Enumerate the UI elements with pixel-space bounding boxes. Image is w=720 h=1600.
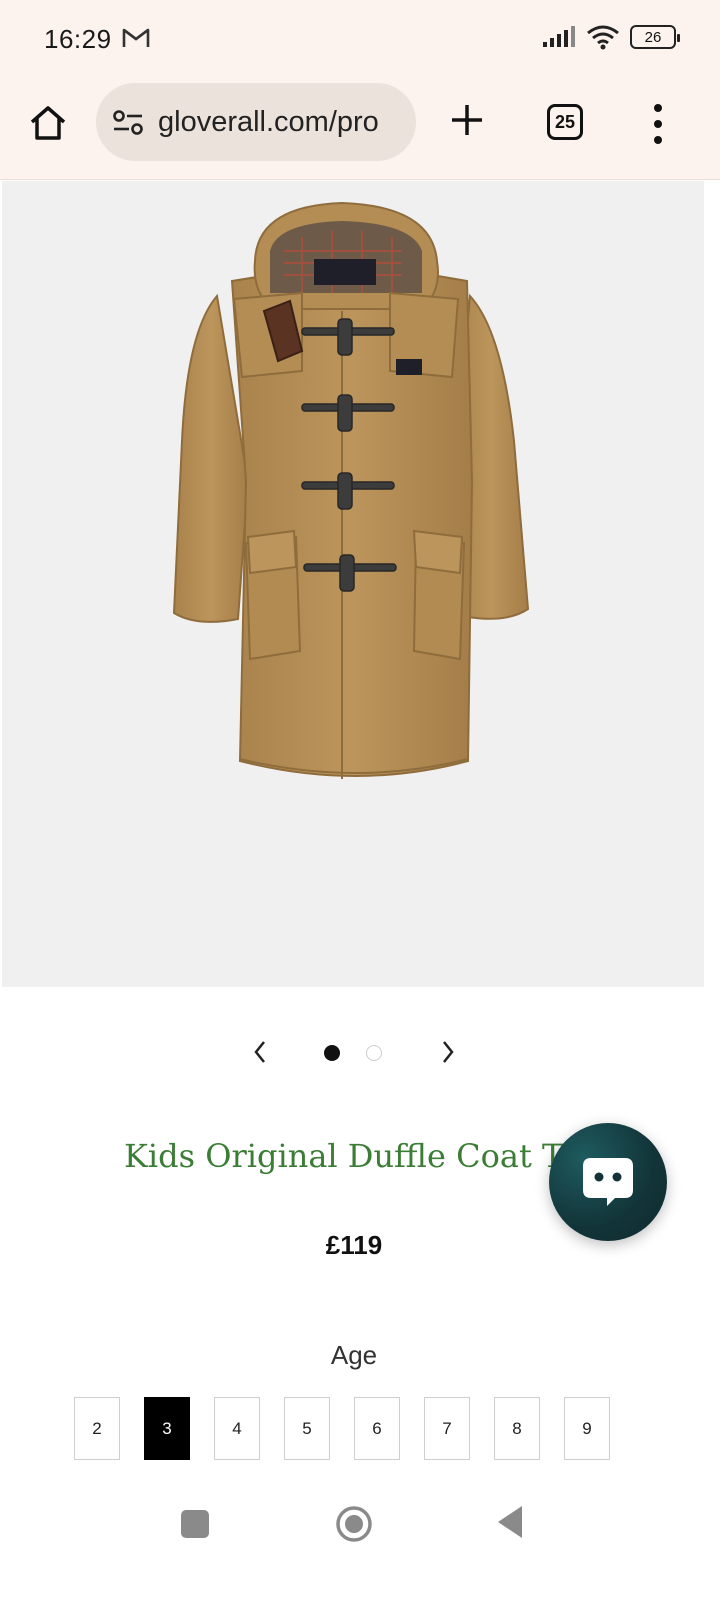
system-nav-bar xyxy=(0,1488,720,1600)
age-option-6[interactable]: 6 xyxy=(354,1397,400,1460)
browser-toolbar: gloverall.com/pro 25 xyxy=(0,78,720,180)
age-label: Age xyxy=(330,1340,378,1370)
age-option-7[interactable]: 7 xyxy=(424,1397,470,1460)
status-right-cluster: 26 xyxy=(542,24,680,50)
chat-button[interactable] xyxy=(549,1123,667,1241)
wifi-icon xyxy=(587,25,619,50)
site-settings-icon[interactable] xyxy=(112,108,144,136)
chevron-right-icon[interactable] xyxy=(434,1036,462,1068)
signal-icon xyxy=(543,26,575,47)
recents-icon[interactable] xyxy=(181,1510,209,1538)
chevron-left-icon[interactable] xyxy=(246,1036,274,1068)
url-text: gloverall.com/pro xyxy=(158,105,379,138)
back-triangle-icon[interactable] xyxy=(496,1504,526,1540)
chat-bubble-icon xyxy=(583,1158,633,1206)
status-bar: 16:29 26 xyxy=(0,0,720,78)
home-circle-icon[interactable] xyxy=(334,1504,374,1544)
home-icon[interactable] xyxy=(28,103,68,143)
gmail-icon xyxy=(122,28,150,47)
age-option-9[interactable]: 9 xyxy=(564,1397,610,1460)
age-options: 2 3 4 5 6 7 8 9 xyxy=(74,1397,610,1460)
coat-illustration xyxy=(172,201,530,779)
carousel-dot-2[interactable] xyxy=(366,1045,382,1061)
age-option-4[interactable]: 4 xyxy=(214,1397,260,1460)
carousel-dot-1[interactable] xyxy=(324,1045,340,1061)
battery-indicator: 26 xyxy=(630,25,680,49)
tabs-button[interactable]: 25 xyxy=(547,104,583,140)
product-image[interactable] xyxy=(2,181,704,987)
age-option-3[interactable]: 3 xyxy=(144,1397,190,1460)
age-option-8[interactable]: 8 xyxy=(494,1397,540,1460)
age-option-2[interactable]: 2 xyxy=(74,1397,120,1460)
age-option-5[interactable]: 5 xyxy=(284,1397,330,1460)
more-vert-icon[interactable] xyxy=(650,102,666,146)
address-bar[interactable]: gloverall.com/pro xyxy=(96,83,416,161)
status-time: 16:29 xyxy=(44,24,112,54)
plus-icon[interactable] xyxy=(448,101,486,139)
